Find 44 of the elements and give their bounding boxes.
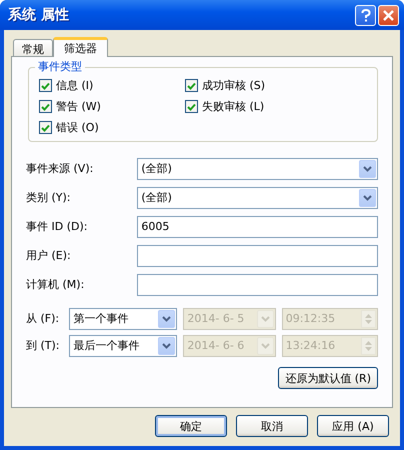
dialog-button[interactable]: 应用 (A) [317, 415, 389, 437]
tab[interactable]: 筛选器 [53, 37, 108, 57]
window-title: 系统 属性 [8, 6, 70, 24]
dialog-button[interactable]: 取消 [236, 415, 308, 437]
field-label: 事件来源 (V): [26, 161, 94, 176]
checkbox-label: 信息 (I) [56, 78, 94, 93]
caret-icon [260, 316, 270, 322]
field-label: 计算机 (M): [26, 277, 86, 292]
group-title: 事件类型 [35, 59, 85, 74]
dropdown-button[interactable] [158, 310, 176, 328]
checkbox[interactable] [185, 79, 198, 92]
checkbox[interactable] [39, 121, 52, 134]
dropdown[interactable]: (全部) [137, 158, 378, 180]
dropdown-button[interactable] [359, 188, 376, 206]
checkbox-label: 成功审核 (S) [202, 78, 266, 93]
close-icon [383, 10, 394, 20]
checkbox[interactable] [39, 100, 52, 113]
input-field[interactable] [137, 244, 378, 266]
tab[interactable]: 常规 [13, 39, 53, 56]
checkbox-label: 失败审核 (L) [202, 99, 264, 114]
dialog-button[interactable]: 确定 [155, 415, 227, 437]
field-label: 事件 ID (D): [26, 219, 88, 234]
input-field[interactable] [137, 274, 378, 296]
caret-icon [162, 342, 172, 348]
close-button[interactable] [378, 4, 399, 26]
checkbox-label: 警告 (W) [56, 99, 101, 114]
field-label: 到 (T): [26, 338, 61, 353]
caret-icon [260, 342, 270, 348]
caret-icon [363, 194, 372, 200]
field-label: 类别 (Y): [26, 190, 72, 205]
checkbox[interactable] [39, 79, 52, 92]
caret-icon [363, 166, 372, 172]
dropdown-button[interactable] [359, 160, 376, 178]
checkbox-label: 错误 (O) [56, 120, 99, 135]
help-icon [360, 8, 370, 22]
help-button[interactable] [355, 4, 376, 26]
field-label: 用户 (E): [26, 248, 72, 263]
checkbox[interactable] [185, 100, 198, 113]
caret-icon [162, 316, 172, 322]
field-label: 从 (F): [26, 311, 60, 326]
restore-defaults-button[interactable]: 还原为默认值 (R) [278, 367, 378, 389]
dropdown[interactable]: (全部) [137, 186, 378, 208]
dropdown-button[interactable] [158, 336, 176, 354]
input-field[interactable]: 6005 [137, 216, 378, 238]
